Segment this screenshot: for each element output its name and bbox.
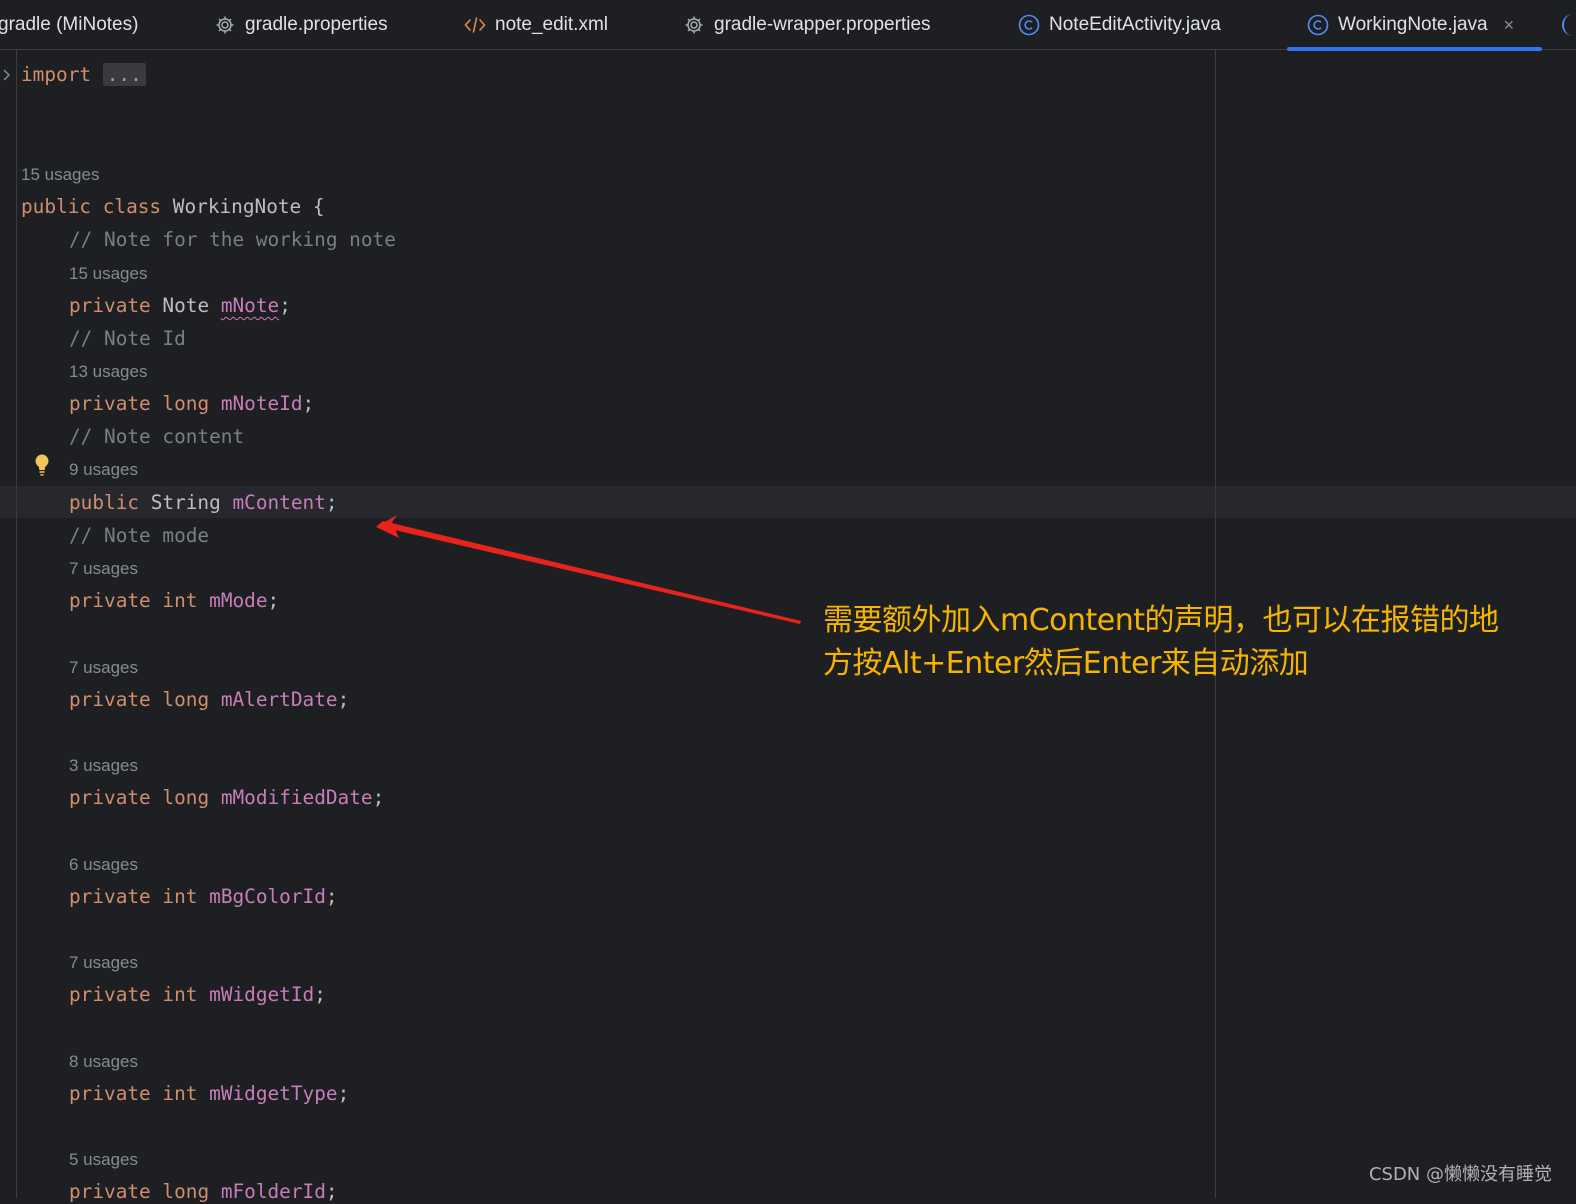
annotation-text: 需要额外加入mContent的声明，也可以在报错的地 方按Alt+Enter然后…: [823, 599, 1563, 685]
annotation-line: 需要额外加入mContent的声明，也可以在报错的地: [823, 603, 1499, 638]
annotation-line: 方按Alt+Enter然后Enter来自动添加: [823, 646, 1309, 681]
watermark: CSDN @懒懒没有睡觉: [1368, 1164, 1552, 1185]
